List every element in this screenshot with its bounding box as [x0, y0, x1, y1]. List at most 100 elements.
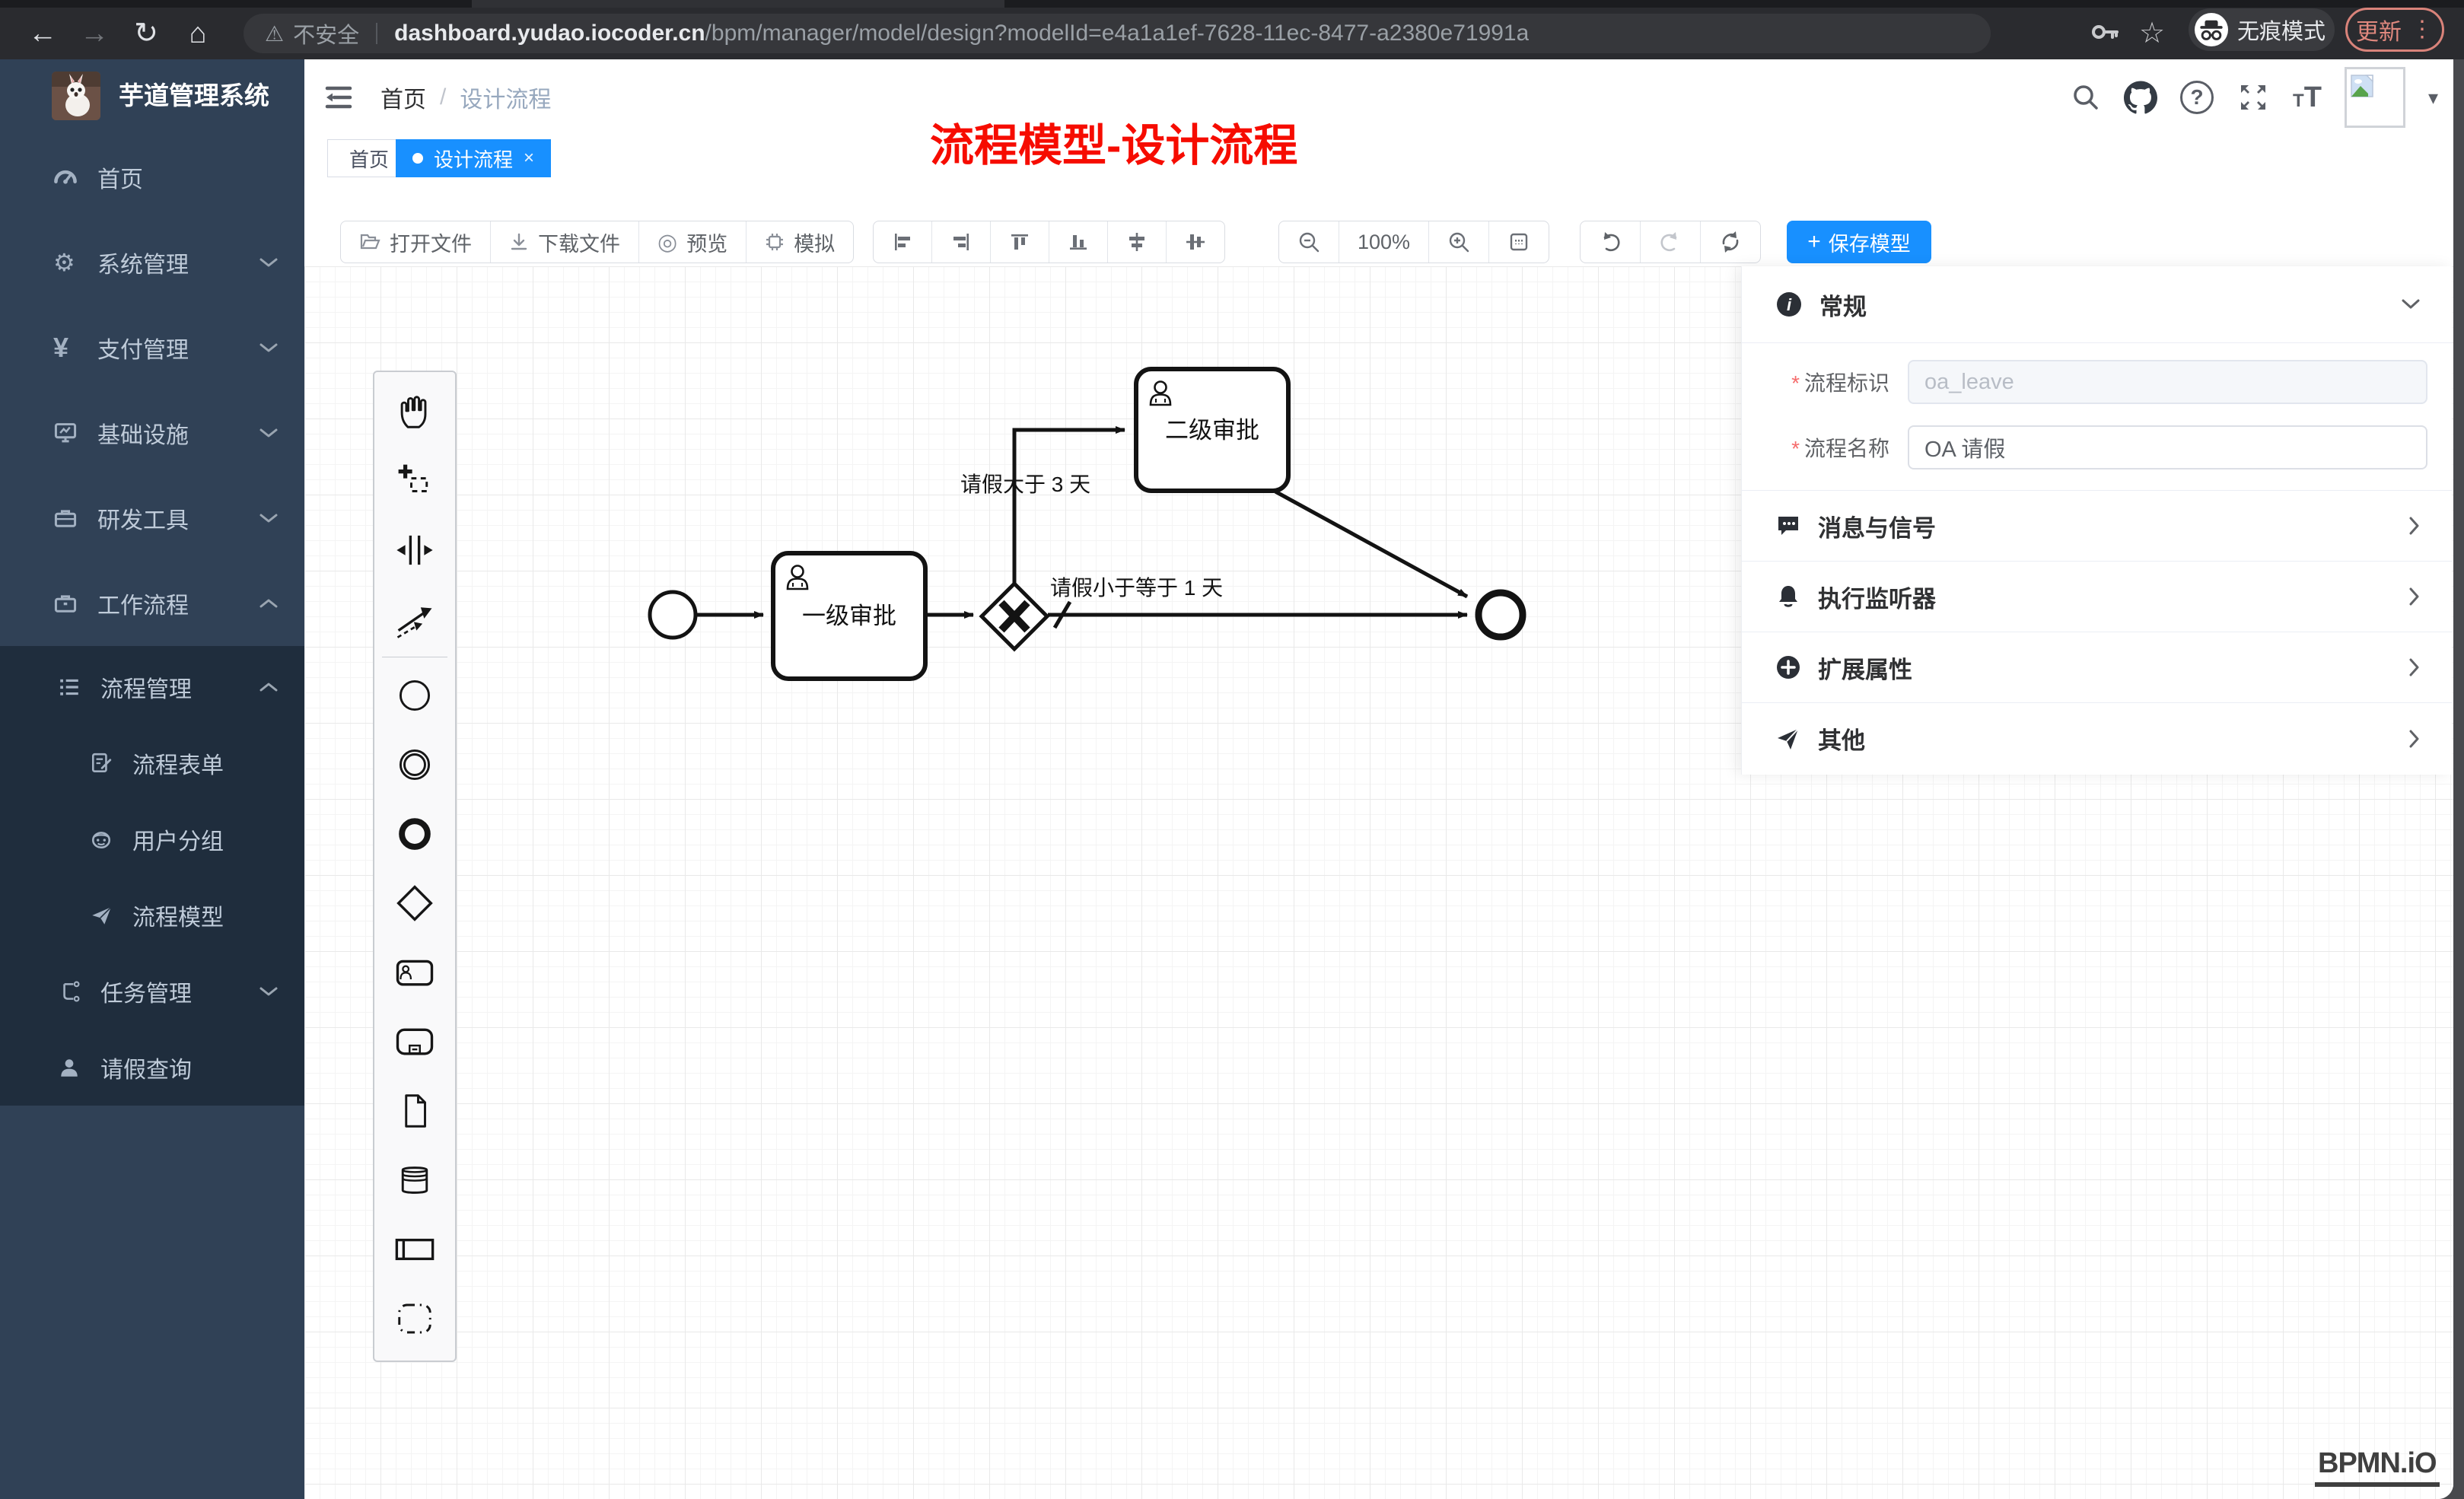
download-icon	[509, 232, 529, 252]
redo-button[interactable]	[1641, 221, 1701, 263]
panel-section-other[interactable]: 其他	[1742, 703, 2452, 774]
edge-label-le1[interactable]: 请假小于等于 1 天	[1050, 576, 1223, 600]
breadcrumb: 首页 / 设计流程	[380, 59, 551, 135]
browser-forward-button[interactable]: →	[73, 8, 116, 59]
align-top-button[interactable]	[991, 221, 1049, 263]
align-right-button[interactable]	[932, 221, 991, 263]
password-key-icon[interactable]	[2088, 15, 2122, 49]
sidebar-item-infrastructure[interactable]: 基础设施	[0, 390, 304, 476]
browser-menu-icon[interactable]: ⋮	[2411, 18, 2434, 41]
section-title: 其他	[1818, 721, 1865, 756]
active-dot	[412, 153, 423, 164]
section-title: 扩展属性	[1818, 651, 1912, 685]
browser-active-tab[interactable]	[472, 0, 1004, 8]
sidebar-collapse-button[interactable]	[321, 80, 356, 115]
search-icon[interactable]	[2071, 82, 2101, 113]
sidebar-logo-row[interactable]: 芋道管理系统	[0, 59, 304, 135]
close-icon[interactable]: ×	[524, 148, 534, 169]
bpmn-canvas[interactable]: 一级审批 二级审批 请假大于 3 天	[304, 266, 2453, 1499]
chevron-down-icon	[259, 427, 279, 439]
zoom-level-label: 100%	[1358, 231, 1410, 254]
sidebar-item-payment[interactable]: ¥ 支付管理	[0, 305, 304, 390]
breadcrumb-home[interactable]: 首页	[380, 81, 426, 114]
browser-update-button[interactable]: 更新 ⋮	[2345, 8, 2444, 52]
exclusive-gateway[interactable]	[982, 584, 1047, 649]
font-size-icon[interactable]: TT	[2293, 81, 2322, 114]
required-mark: *	[1791, 371, 1800, 395]
panel-section-listeners[interactable]: 执行监听器	[1742, 562, 2452, 632]
bpmn-io-logo[interactable]: BPMN.iO	[2315, 1447, 2440, 1487]
flow-gateway-to-task2[interactable]	[1014, 430, 1125, 583]
send-icon	[1775, 726, 1801, 752]
align-button-group	[873, 221, 1225, 263]
zoom-reset-button[interactable]	[1489, 221, 1549, 263]
end-event[interactable]	[1479, 593, 1523, 637]
flow-task2-to-end[interactable]	[1275, 492, 1467, 597]
chevron-down-icon	[259, 256, 279, 269]
url-host: dashboard.yudao.iocoder.cn	[394, 21, 705, 46]
save-model-button[interactable]: + 保存模型	[1787, 221, 1931, 263]
refresh-button[interactable]	[1701, 221, 1760, 263]
fullscreen-icon[interactable]	[2236, 81, 2270, 114]
sidebar-item-label: 流程管理	[100, 670, 192, 704]
preview-icon: ◎	[657, 229, 677, 256]
sidebar-item-leave-query[interactable]: 请假查询	[0, 1030, 304, 1106]
chevron-up-icon	[259, 597, 279, 609]
preview-button[interactable]: ◎ 预览	[639, 221, 747, 263]
align-vertical-center-button[interactable]	[1108, 221, 1167, 263]
app-window: 芋道管理系统 首页 ⚙ 系统管理 ¥ 支付管理	[0, 59, 2453, 1499]
chevron-down-icon	[259, 985, 279, 998]
user-task-level1[interactable]: 一级审批	[773, 553, 925, 679]
page-header: 首页 / 设计流程 ? TT	[304, 59, 2453, 136]
sidebar-item-system[interactable]: ⚙ 系统管理	[0, 220, 304, 305]
edge-label-gt3[interactable]: 请假大于 3 天	[960, 473, 1090, 496]
browser-back-button[interactable]: ←	[21, 8, 64, 59]
browser-tab-strip	[0, 0, 2464, 8]
sidebar-item-label: 用户分组	[132, 823, 224, 856]
zoom-in-button[interactable]	[1429, 221, 1489, 263]
browser-home-button[interactable]: ⌂	[177, 8, 219, 59]
address-bar[interactable]: ⚠ 不安全 dashboard.yudao.iocoder.cn /bpm/ma…	[244, 14, 1991, 53]
help-icon[interactable]: ?	[2180, 81, 2214, 114]
sidebar-item-process-form[interactable]: 流程表单	[0, 725, 304, 801]
task1-label: 一级审批	[802, 603, 896, 629]
download-file-button[interactable]: 下载文件	[491, 221, 639, 263]
sidebar-item-process-model[interactable]: 流程模型	[0, 877, 304, 953]
chevron-right-icon	[2408, 515, 2421, 536]
sidebar-item-task-management[interactable]: 任务管理	[0, 953, 304, 1030]
process-name-input[interactable]	[1908, 425, 2427, 469]
plus-icon: +	[1807, 229, 1821, 255]
panel-section-messages[interactable]: 消息与信号	[1742, 491, 2452, 562]
browser-reload-button[interactable]: ↻	[125, 8, 167, 59]
user-task-level2[interactable]: 二级审批	[1136, 369, 1288, 491]
zoom-button-group: 100%	[1278, 221, 1549, 263]
sidebar-item-devtools[interactable]: 研发工具	[0, 476, 304, 561]
sidebar-item-process-management[interactable]: 流程管理	[0, 649, 304, 725]
align-horizontal-center-button[interactable]	[1167, 221, 1224, 263]
open-file-button[interactable]: 打开文件	[341, 221, 491, 263]
panel-section-extensions[interactable]: 扩展属性	[1742, 632, 2452, 703]
briefcase-icon	[53, 591, 97, 616]
chevron-up-icon	[259, 681, 279, 693]
undo-button[interactable]	[1581, 221, 1641, 263]
caret-down-icon[interactable]: ▾	[2428, 86, 2438, 110]
github-icon[interactable]	[2124, 81, 2157, 114]
panel-section-general[interactable]: i 常规	[1742, 266, 2452, 343]
align-left-button[interactable]	[874, 221, 932, 263]
simulate-button[interactable]: 模拟	[747, 221, 853, 263]
align-bottom-button[interactable]	[1049, 221, 1108, 263]
zoom-out-button[interactable]	[1279, 221, 1339, 263]
annotation-title: 流程模型-设计流程	[930, 110, 1297, 173]
start-event[interactable]	[650, 592, 696, 638]
sidebar-item-workflow[interactable]: 工作流程	[0, 561, 304, 646]
sidebar-item-user-group[interactable]: 用户分组	[0, 801, 304, 877]
required-mark: *	[1791, 437, 1800, 460]
bookmark-star-icon[interactable]: ☆	[2131, 8, 2173, 59]
process-key-input[interactable]	[1908, 360, 2427, 404]
tab-design-process[interactable]: 设计流程 ×	[396, 139, 551, 177]
avatar[interactable]	[2345, 67, 2405, 128]
field-label: *流程标识	[1766, 367, 1908, 397]
sidebar-item-home[interactable]: 首页	[0, 135, 304, 220]
button-label: 模拟	[794, 228, 835, 257]
incognito-label: 无痕模式	[2237, 14, 2326, 46]
